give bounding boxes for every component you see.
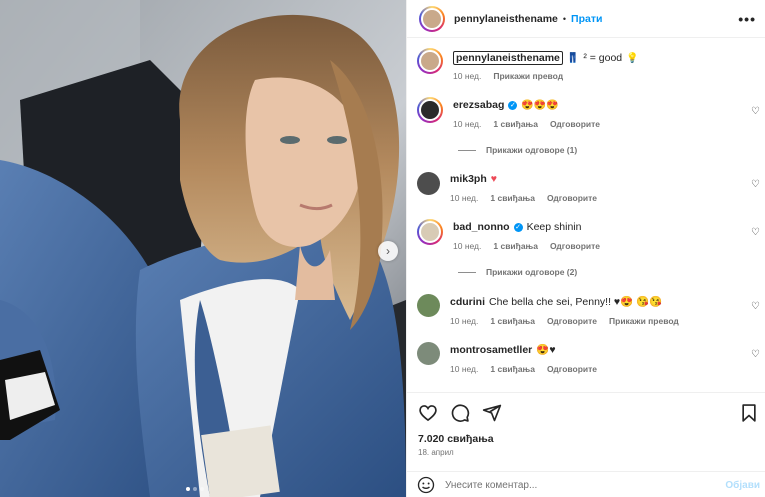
view-replies-button[interactable]: Прикажи одговоре (2) bbox=[458, 267, 577, 277]
carousel-dot bbox=[186, 487, 190, 491]
caption: pennylaneisthename 👖 ² = good 💡 10 нед. … bbox=[417, 48, 639, 81]
comment-text: Che bella che sei, Penny!! ♥😍 😘😘 bbox=[489, 296, 663, 308]
comment-time: 10 нед. bbox=[450, 364, 479, 374]
post-photo[interactable]: › bbox=[0, 0, 406, 497]
post-date[interactable]: 18. април bbox=[418, 448, 454, 457]
comment-username[interactable]: erezsabag bbox=[453, 99, 504, 111]
comment-username[interactable]: montrosametller bbox=[450, 344, 532, 356]
view-replies-button[interactable]: Прикажи одговоре (1) bbox=[458, 145, 577, 155]
comment-time: 10 нед. bbox=[450, 316, 479, 326]
comment-reply-button[interactable]: Одговорите bbox=[550, 241, 600, 251]
comment-username[interactable]: bad_nonno bbox=[453, 221, 510, 233]
comment-username[interactable]: mik3ph bbox=[450, 173, 487, 185]
view-replies-label: Прикажи одговоре (2) bbox=[486, 267, 578, 277]
verified-badge-icon: ✓ bbox=[513, 222, 523, 232]
add-comment-bar: Објави bbox=[407, 471, 765, 497]
caption-text: ² = good bbox=[583, 52, 623, 64]
comment-likes[interactable]: 1 свиђања bbox=[490, 193, 535, 203]
replies-line bbox=[458, 149, 476, 151]
comment-translate-link[interactable]: Прикажи превод bbox=[609, 316, 679, 326]
comment-likes[interactable]: 1 свиђања bbox=[493, 241, 538, 251]
comment-reply-button[interactable]: Одговорите bbox=[547, 364, 597, 374]
comment-item: bad_nonno ✓ Keep shinin 10 нед. 1 свиђањ… bbox=[417, 219, 600, 251]
comment-time: 10 нед. bbox=[453, 241, 482, 251]
post-header: pennylaneisthename • Прати ••• bbox=[407, 0, 765, 38]
comment-likes[interactable]: 1 свиђања bbox=[490, 316, 535, 326]
follow-button[interactable]: Прати bbox=[571, 13, 602, 25]
post-comment-button[interactable]: Објави bbox=[725, 480, 760, 491]
separator-dot: • bbox=[562, 13, 567, 24]
author-avatar[interactable] bbox=[419, 5, 445, 32]
comment-likes[interactable]: 1 свиђања bbox=[493, 119, 538, 129]
carousel-dot bbox=[193, 487, 197, 491]
comments-list: pennylaneisthename 👖 ² = good 💡 10 нед. … bbox=[407, 39, 765, 391]
comment-likes[interactable]: 1 свиђања bbox=[490, 364, 535, 374]
comment-text: 😍😍😍 bbox=[521, 99, 559, 111]
comment-avatar[interactable] bbox=[417, 219, 443, 245]
comment-avatar[interactable] bbox=[417, 172, 440, 195]
carousel-dots bbox=[186, 487, 204, 491]
comment-reply-button[interactable]: Одговорите bbox=[547, 316, 597, 326]
more-horizontal-icon[interactable]: ••• bbox=[738, 11, 756, 27]
view-replies-label: Прикажи одговоре (1) bbox=[486, 145, 578, 155]
jeans-emoji: 👖 bbox=[566, 52, 580, 64]
comment-input[interactable] bbox=[445, 479, 705, 491]
comment-avatar[interactable] bbox=[417, 342, 440, 365]
comment-bubble-icon[interactable] bbox=[449, 402, 471, 424]
comment-like-heart-icon[interactable]: ♡ bbox=[751, 106, 760, 117]
bookmark-icon[interactable] bbox=[738, 402, 760, 424]
comment-username[interactable]: cdurini bbox=[450, 296, 485, 308]
comment-like-heart-icon[interactable]: ♡ bbox=[751, 349, 760, 360]
comment-like-heart-icon[interactable]: ♡ bbox=[751, 179, 760, 190]
comment-time: 10 нед. bbox=[453, 119, 482, 129]
caption-username[interactable]: pennylaneisthename bbox=[453, 51, 563, 65]
caption-avatar[interactable] bbox=[417, 48, 443, 74]
comment-item: cdurini Che bella che sei, Penny!! ♥😍 😘😘… bbox=[417, 294, 679, 326]
comment-like-heart-icon[interactable]: ♡ bbox=[751, 227, 760, 238]
author-username[interactable]: pennylaneisthename bbox=[454, 13, 558, 25]
share-send-icon[interactable] bbox=[481, 402, 503, 424]
comment-like-heart-icon[interactable]: ♡ bbox=[751, 301, 760, 312]
caption-translate-link[interactable]: Прикажи превод bbox=[493, 71, 563, 81]
emoji-icon[interactable] bbox=[417, 476, 435, 494]
comment-reply-button[interactable]: Одговорите bbox=[550, 119, 600, 129]
comment-item: montrosametller 😍♥ 10 нед. 1 свиђања Одг… bbox=[417, 342, 597, 374]
comment-time: 10 нед. bbox=[450, 193, 479, 203]
comment-avatar[interactable] bbox=[417, 97, 443, 123]
comment-text: ♥ bbox=[490, 173, 497, 185]
verified-badge-icon: ✓ bbox=[508, 100, 518, 110]
replies-line bbox=[458, 271, 476, 273]
likes-count[interactable]: 7.020 свиђања bbox=[418, 433, 494, 445]
post-side-panel: pennylaneisthename • Прати ••• pennylane… bbox=[406, 0, 765, 497]
comment-item: mik3ph ♥ 10 нед. 1 свиђања Одговорите bbox=[417, 172, 597, 203]
comment-text: 😍♥ bbox=[536, 344, 556, 356]
carousel-dot bbox=[200, 487, 204, 491]
comment-text: Keep shinin bbox=[526, 221, 582, 233]
post-actions: 7.020 свиђања 18. април Објави bbox=[407, 392, 765, 497]
comment-item: erezsabag ✓ 😍😍😍 10 нед. 1 свиђања Одгово… bbox=[417, 97, 600, 129]
lightbulb-emoji: 💡 bbox=[626, 52, 639, 64]
caption-time: 10 нед. bbox=[453, 71, 482, 81]
photo-illustration bbox=[0, 0, 406, 497]
comment-avatar[interactable] bbox=[417, 294, 440, 317]
comment-reply-button[interactable]: Одговорите bbox=[547, 193, 597, 203]
like-heart-icon[interactable] bbox=[417, 402, 439, 424]
carousel-next-icon[interactable]: › bbox=[378, 241, 398, 261]
